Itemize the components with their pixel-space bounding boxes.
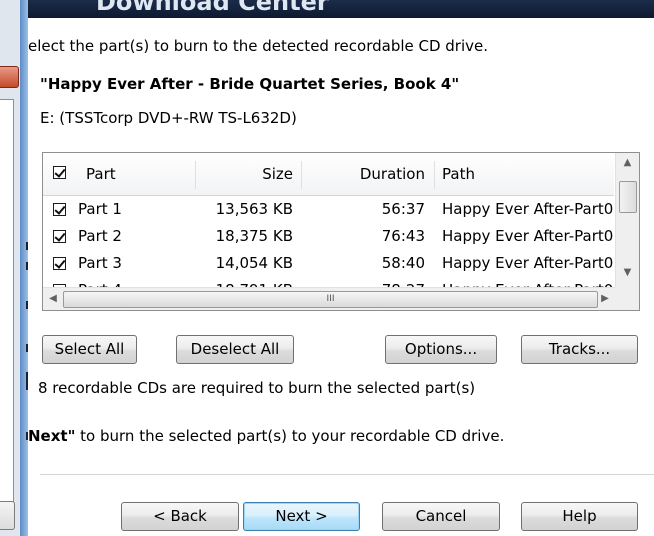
back-button[interactable]: < Back — [121, 502, 239, 531]
parts-list[interactable]: Part Size Duration Path Part 1 13,563 KB… — [42, 152, 640, 311]
header-banner: Download Center — [28, 0, 654, 18]
column-path[interactable]: Path — [442, 153, 475, 195]
background-close-button[interactable] — [0, 66, 19, 88]
tracks-button[interactable]: Tracks... — [521, 335, 638, 364]
row-part: Part 2 — [78, 227, 122, 245]
horizontal-scrollbar[interactable]: ◀ III ▶ — [43, 287, 615, 310]
help-button[interactable]: Help — [521, 502, 638, 531]
list-row[interactable]: Part 3 14,054 KB 58:40 Happy Ever After-… — [43, 250, 614, 277]
book-title: "Happy Ever After - Bride Quartet Series… — [40, 75, 460, 93]
select-all-checkbox[interactable] — [53, 166, 66, 179]
column-duration[interactable]: Duration — [301, 153, 425, 195]
row-checkbox[interactable] — [53, 230, 66, 243]
scroll-right-icon[interactable]: ▶ — [595, 288, 615, 310]
row-size: 13,563 KB — [215, 200, 293, 218]
row-checkbox[interactable] — [53, 203, 66, 216]
separator — [40, 474, 654, 475]
row-duration: 76:43 — [381, 227, 425, 245]
scroll-down-icon[interactable]: ▼ — [616, 263, 639, 283]
options-button[interactable]: Options... — [385, 335, 497, 364]
row-checkbox[interactable] — [53, 257, 66, 270]
row-size: 18,375 KB — [215, 227, 293, 245]
column-size[interactable]: Size — [195, 153, 293, 195]
background-window-pane — [0, 99, 14, 510]
row-part: Part 1 — [78, 200, 122, 218]
scroll-left-icon[interactable]: ◀ — [43, 288, 63, 310]
horizontal-scroll-thumb[interactable]: III — [63, 291, 598, 308]
row-size: 14,054 KB — [215, 254, 293, 272]
deselect-all-button[interactable]: Deselect All — [176, 335, 294, 364]
list-header: Part Size Duration Path — [43, 153, 614, 196]
scroll-up-icon[interactable]: ▲ — [616, 153, 639, 173]
column-part[interactable]: Part — [86, 153, 116, 195]
banner-title: Download Center — [96, 0, 329, 16]
vertical-scrollbar[interactable]: ▲ ▼ — [615, 153, 639, 287]
list-row[interactable]: Part 1 13,563 KB 56:37 Happy Ever After-… — [43, 196, 614, 223]
list-row[interactable]: Part 2 18,375 KB 76:43 Happy Ever After-… — [43, 223, 614, 250]
row-path: Happy Ever After-Part03 — [442, 254, 613, 272]
background-window — [0, 0, 28, 536]
row-duration: 56:37 — [381, 200, 425, 218]
next-button[interactable]: Next > — [243, 502, 360, 531]
next-hint-text: Next" to burn the selected part(s) to yo… — [28, 427, 504, 445]
scrollbar-corner — [615, 287, 639, 310]
cancel-button[interactable]: Cancel — [382, 502, 500, 531]
drive-label: E: (TSSTcorp DVD+-RW TS-L632D) — [40, 109, 297, 127]
row-duration: 58:40 — [381, 254, 425, 272]
cd-required-text: 8 recordable CDs are required to burn th… — [38, 379, 476, 397]
instruction-text: elect the part(s) to burn to the detecte… — [28, 37, 489, 55]
row-part: Part 3 — [78, 254, 122, 272]
select-all-button[interactable]: Select All — [42, 335, 137, 364]
next-hint-rest: to burn the selected part(s) to your rec… — [75, 427, 505, 445]
row-path: Happy Ever After-Part02 — [442, 227, 613, 245]
background-button[interactable] — [0, 501, 15, 530]
row-path: Happy Ever After-Part01 — [442, 200, 613, 218]
vertical-scroll-thumb[interactable] — [619, 181, 637, 213]
next-hint-bold: Next" — [28, 427, 76, 445]
